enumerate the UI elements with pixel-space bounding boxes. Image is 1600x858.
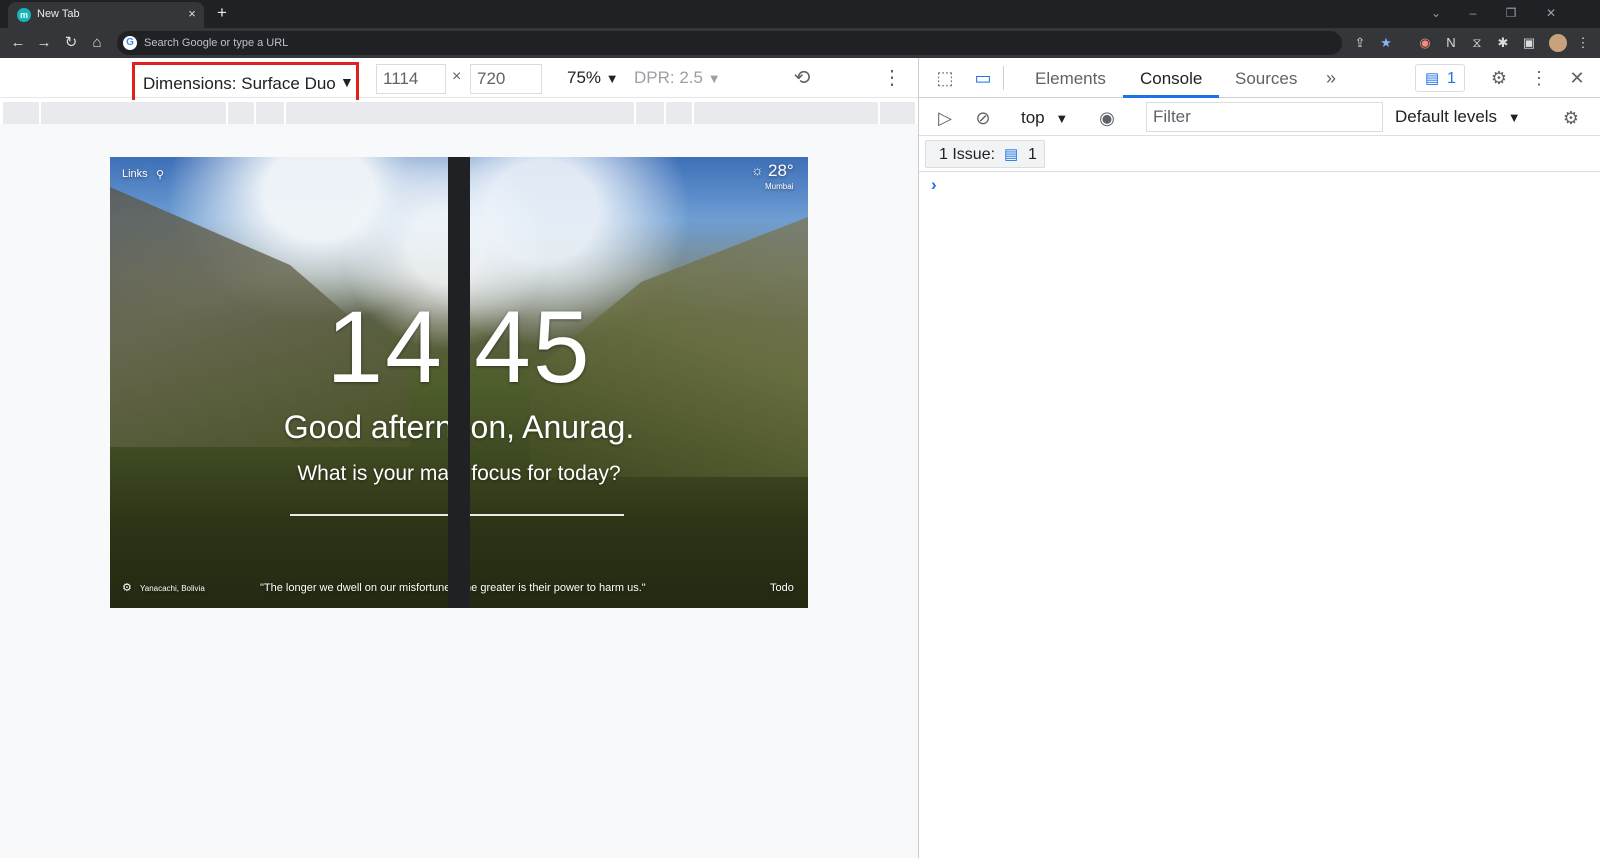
zoom-caret-icon: ▼ [605,71,619,86]
tab-search-icon[interactable]: ⌄ [1425,4,1447,22]
rotate-icon[interactable]: ⟲ [790,66,814,90]
issues-count: 1 [1028,146,1037,163]
context-label: top [1021,108,1045,127]
settings-gear-icon[interactable]: ⚙ [1487,66,1511,90]
forward-icon[interactable]: → [34,33,54,53]
settings-gear-icon[interactable]: ⚙ [122,581,132,594]
more-tabs-icon[interactable]: » [1319,66,1343,90]
log-levels-dropdown[interactable]: Default levels ▼ [1395,107,1521,127]
momentum-favicon-icon: m [17,8,31,22]
media-query-segment[interactable] [256,102,284,124]
devtools-menu-icon[interactable]: ⋮ [1527,66,1551,90]
weather-city: Mumbai [765,182,794,191]
media-query-segment[interactable] [880,102,915,124]
log-levels-label: Default levels [1395,107,1498,126]
devtools-panel: ⬚ ▭ Elements Console Sources » ▤ 1 ⚙ ⋮ ✕… [918,58,1600,858]
clear-console-icon[interactable]: ⊘ [971,106,995,130]
console-settings-icon[interactable]: ⚙ [1559,106,1583,130]
media-query-segment[interactable] [228,102,254,124]
issues-counter-button[interactable]: 1 Issue: ▤ 1 [925,140,1045,168]
device-toolbar: Dimensions: Surface Duo ▼ × 75% ▼ DPR: 2… [0,58,918,104]
zoom-dropdown[interactable]: 75% ▼ [567,68,619,88]
media-query-segment[interactable] [41,102,226,124]
dpr-label: DPR: 2.5 [634,68,703,87]
new-tab-button[interactable]: + [212,3,232,23]
zoom-label: 75% [567,68,602,87]
issues-message-icon: ▤ [1004,146,1019,163]
device-hinge [448,157,470,608]
console-toolbar: ▷ ⊘ top ▼ ◉ Default levels ▼ ⚙ [919,98,1600,136]
media-query-segment[interactable] [694,102,878,124]
context-dropdown[interactable]: top ▼ [1021,108,1068,128]
media-query-bar [0,100,918,124]
tab-sources[interactable]: Sources [1235,69,1297,89]
console-sidebar-icon[interactable]: ▷ [933,106,957,130]
dimensions-caret-icon: ▼ [340,74,354,90]
media-query-segment[interactable] [3,102,39,124]
links-link[interactable]: Links [122,168,148,180]
tab-console[interactable]: Console [1140,69,1202,89]
extension-icon[interactable]: ⧖ [1467,33,1487,53]
restore-icon[interactable]: ❐ [1500,4,1522,22]
notion-extension-icon[interactable]: N [1441,33,1461,53]
inspect-element-icon[interactable]: ⬚ [933,66,957,90]
device-toggle-icon[interactable]: ▭ [971,66,995,90]
omnibox[interactable]: G [117,31,1342,55]
bookmark-star-icon[interactable]: ★ [1376,33,1396,53]
tab-new-tab[interactable]: m New Tab × [8,2,204,28]
profile-avatar[interactable] [1549,34,1567,52]
dpr-caret-icon: ▼ [707,71,721,86]
side-panel-icon[interactable]: ▣ [1519,33,1539,53]
photo-location[interactable]: Yanacachi, Bolivia [140,584,205,593]
omnibox-input[interactable] [144,31,1044,55]
issues-badge-button[interactable]: ▤ 1 [1415,64,1465,92]
issues-row: 1 Issue: ▤ 1 [919,136,1600,172]
log-levels-caret-icon: ▼ [1507,110,1521,125]
reload-icon[interactable]: ↻ [61,33,81,53]
tab-close-icon[interactable]: × [184,6,200,22]
home-icon[interactable]: ⌂ [87,33,107,53]
search-icon[interactable]: ⚲ [156,168,164,181]
issues-label: 1 Issue: [939,146,996,163]
tab-elements[interactable]: Elements [1035,69,1106,89]
issues-badge-count: 1 [1447,70,1456,87]
temperature[interactable]: 28° [768,161,794,181]
console-filter-input[interactable] [1146,102,1383,132]
share-icon[interactable]: ⇪ [1350,33,1370,53]
live-expression-eye-icon[interactable]: ◉ [1095,106,1119,130]
media-query-segment[interactable] [636,102,664,124]
devtools-close-icon[interactable]: ✕ [1565,66,1589,90]
issues-message-icon: ▤ [1425,70,1440,87]
tab-strip: m New Tab × + ⌄ – ❐ ✕ [0,0,1600,28]
back-icon[interactable]: ← [8,33,28,53]
emulated-page: Links ⚲ ☼ 28° Mumbai 14:45 Good afternoo… [110,157,808,608]
extension-color-icon[interactable]: ◉ [1415,33,1435,53]
chrome-menu-icon[interactable]: ⋮ [1573,33,1593,53]
dimensions-dropdown[interactable]: Dimensions: Surface Duo ▼ [132,62,359,104]
todo-button[interactable]: Todo [770,582,794,594]
sun-weather-icon[interactable]: ☼ [751,162,764,178]
google-icon: G [123,36,137,50]
tab-title: New Tab [37,8,80,20]
window-close-icon[interactable]: ✕ [1540,4,1562,22]
console-prompt-icon[interactable]: › [931,175,937,195]
height-input[interactable] [470,64,542,94]
dpr-dropdown[interactable]: DPR: 2.5 ▼ [634,68,721,88]
extensions-puzzle-icon[interactable]: ✱ [1493,33,1513,53]
minimize-icon[interactable]: – [1462,4,1484,22]
dimensions-label: Dimensions: Surface Duo [143,74,336,93]
width-input[interactable] [376,64,446,94]
times-sign: × [452,68,462,85]
device-toolbar-more-icon[interactable]: ⋮ [882,66,902,90]
toolbar-divider [1003,66,1004,90]
devtools-tabbar: ⬚ ▭ Elements Console Sources » ▤ 1 ⚙ ⋮ ✕ [919,58,1600,98]
context-caret-icon: ▼ [1055,111,1069,126]
media-query-segment[interactable] [286,102,634,124]
media-query-segment[interactable] [666,102,692,124]
browser-toolbar: ← → ↻ ⌂ G ⇪ ★ ◉ N ⧖ ✱ ▣ ⋮ [0,28,1600,58]
